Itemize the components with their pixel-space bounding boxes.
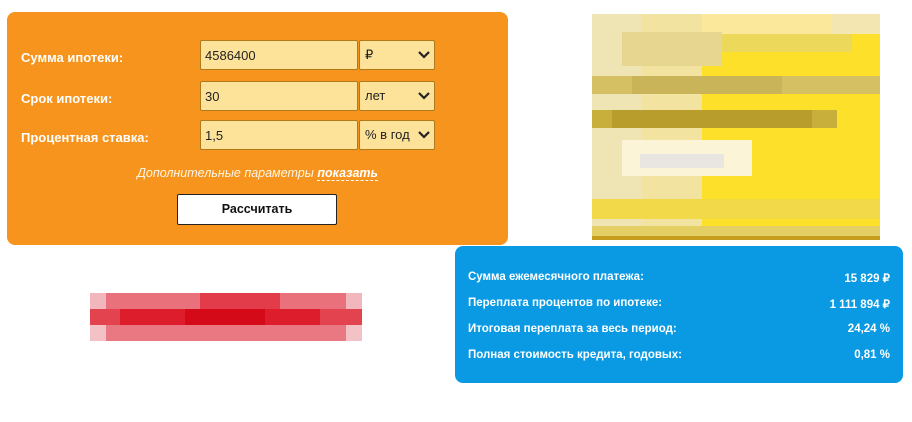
additional-parameters: Дополнительные параметры показать xyxy=(7,166,508,181)
mortgage-calculator-form: Сумма ипотеки: ₽ Срок ипотеки: лет Проце… xyxy=(7,12,508,245)
result-label: Полная стоимость кредита, годовых: xyxy=(468,349,682,361)
result-value: 0,81 % xyxy=(854,349,890,361)
mortgage-amount-label: Сумма ипотеки: xyxy=(21,50,124,65)
total-overpayment-row: Итоговая переплата за весь период: 24,24… xyxy=(468,323,890,339)
interest-rate-unit-select[interactable]: % в год xyxy=(359,120,435,150)
monthly-payment-row: Сумма ежемесячного платежа: 15 829 ₽ xyxy=(468,271,890,287)
result-label: Итоговая переплата за весь период: xyxy=(468,323,677,335)
chevron-down-icon xyxy=(418,51,430,59)
term-unit-select-value: лет xyxy=(365,88,386,103)
mortgage-amount-input[interactable] xyxy=(200,40,358,70)
currency-select-value: ₽ xyxy=(365,47,374,62)
pixelated-red-image xyxy=(90,293,362,341)
pixelated-banner-image xyxy=(592,14,880,240)
interest-overpayment-row: Переплата процентов по ипотеке: 1 111 89… xyxy=(468,297,890,313)
result-label: Сумма ежемесячного платежа: xyxy=(468,271,644,283)
result-value: 15 829 ₽ xyxy=(844,273,890,285)
interest-rate-input[interactable] xyxy=(200,120,358,150)
mortgage-term-input[interactable] xyxy=(200,81,358,111)
mortgage-term-unit-select[interactable]: лет xyxy=(359,81,435,111)
result-label: Переплата процентов по ипотеке: xyxy=(468,297,663,309)
additional-parameters-text: Дополнительные параметры xyxy=(137,166,314,180)
result-value: 1 111 894 ₽ xyxy=(829,299,890,311)
calculate-button[interactable]: Рассчитать xyxy=(177,194,337,225)
mortgage-amount-currency-select[interactable]: ₽ xyxy=(359,40,435,70)
calculation-results-panel: Сумма ежемесячного платежа: 15 829 ₽ Пер… xyxy=(455,246,903,383)
chevron-down-icon xyxy=(418,92,430,100)
chevron-down-icon xyxy=(418,131,430,139)
full-credit-cost-row: Полная стоимость кредита, годовых: 0,81 … xyxy=(468,349,890,365)
show-additional-parameters-link[interactable]: показать xyxy=(317,166,378,181)
mortgage-term-label: Срок ипотеки: xyxy=(21,91,113,106)
rate-unit-select-value: % в год xyxy=(365,127,410,142)
interest-rate-label: Процентная ставка: xyxy=(21,130,149,145)
result-value: 24,24 % xyxy=(847,323,890,335)
